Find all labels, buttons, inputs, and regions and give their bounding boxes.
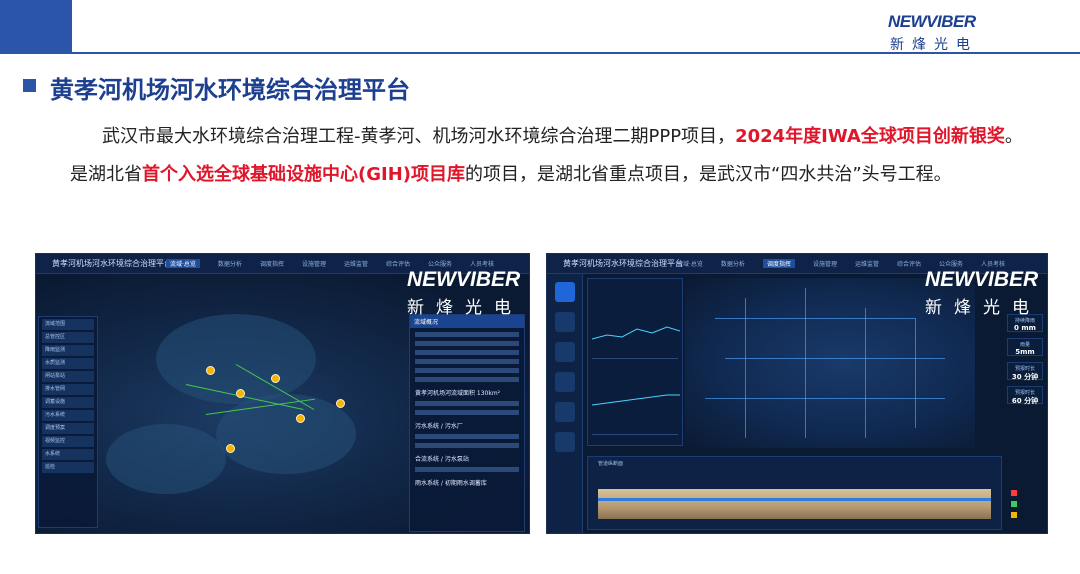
logo-chinese: 新烽光电 [890,37,978,53]
tab-facility[interactable]: 设施管理 [813,259,837,268]
forecast-stats: 持续降雨 0 mm 雨量 5mm 预报时长 30 分钟 预报时长 60 分钟 [977,314,1043,454]
facility-marker-icon[interactable] [336,399,345,408]
tab-staff[interactable]: 人员考核 [981,259,1005,268]
info-heading: 合流系统 / 污水泵站 [415,456,469,463]
status-legend [1011,485,1041,523]
page-title: 黄孝河机场河水环境综合治理平台 [50,76,410,104]
facility-marker-icon[interactable] [236,389,245,398]
layer-item[interactable]: 水质监测 [42,358,94,369]
facility-marker-icon[interactable] [206,366,215,375]
layer-item[interactable]: 闸站泵站 [42,371,94,382]
layer-item[interactable]: 排水管网 [42,384,94,395]
trend-charts-panel [587,278,683,446]
watermark-chinese: 新烽光电 [925,298,1041,318]
para-text-3: 的项目，是湖北省重点项目，是武汉市“四水共治”头号工程。 [465,164,952,185]
tab-public[interactable]: 公众服务 [428,259,452,268]
info-panel: 流域概况 黄孝河机场河流域面积 130km² 污水系统 / 污水厂 合流系统 /… [409,314,525,532]
layer-item[interactable]: 总管控区 [42,332,94,343]
layer-item[interactable]: 调度预案 [42,423,94,434]
para-highlight-award: 2024年度IWA全球项目创新银奖 [735,126,1005,147]
facility-marker-icon[interactable] [226,444,235,453]
watermark-wordmark: NEWVIBER [407,268,521,291]
tab-analysis[interactable]: 数据分析 [218,259,242,268]
legend-swatch [1011,501,1017,507]
app-title: 黄孝河机场河水环境综合治理平台 [52,259,172,268]
nav-icon-chart[interactable] [554,402,575,422]
nav-icon-report[interactable] [554,372,575,392]
watermark-logo: NEWVIBER 新烽光电 [407,268,521,318]
stat-card: 预报时长 60 分钟 [1007,386,1043,405]
watermark-wordmark: NEWVIBER [925,268,1039,291]
info-heading: 污水系统 / 污水厂 [415,423,463,430]
tab-dispatch[interactable]: 调度指挥 [762,259,795,268]
nav-tabs: 流域·总览 数据分析 调度指挥 设施管理 运维监管 综合评估 公众服务 人员考核 [677,259,1005,268]
stat-card: 预报时长 30 分钟 [1007,362,1043,381]
soil-layer [598,489,991,519]
info-heading: 黄孝河机场河流域面积 130km² [415,390,501,397]
top-accent-bar [0,0,72,52]
side-nav [547,274,583,533]
watermark-logo: NEWVIBER 新烽光电 [925,268,1039,318]
layer-item[interactable]: 调蓄设施 [42,397,94,408]
layer-item[interactable]: 流域范围 [42,319,94,330]
company-logo: NEWVIBER 新烽光电 [888,12,978,56]
trend-chart [591,375,680,435]
layer-panel: 流域范围 总管控区 降雨监测 水质监测 闸站泵站 排水管网 调蓄设施 污水系统 … [38,316,98,528]
title-bullet-icon [23,79,36,92]
tab-facility[interactable]: 设施管理 [302,259,326,268]
tab-eval[interactable]: 综合评估 [897,259,921,268]
para-text-1: 武汉市最大水环境综合治理工程-黄孝河、机场河水环境综合治理二期PPP项目， [102,126,736,147]
description-paragraph: 武汉市最大水环境综合治理工程-黄孝河、机场河水环境综合治理二期PPP项目，202… [70,118,1030,194]
stat-card: 雨量 5mm [1007,338,1043,356]
para-highlight-gih: 首个入选全球基础设施中心(GIH)项目库 [142,164,465,185]
app-title: 黄孝河机场河水环境综合治理平台 [563,259,683,268]
layer-item[interactable]: 视频监控 [42,436,94,447]
logo-wordmark: NEWVIBER [888,12,976,31]
facility-marker-icon[interactable] [271,374,280,383]
pipe-profile-panel: 管道纵断面 [587,456,1002,530]
info-heading: 雨水系统 / 初期雨水调蓄库 [415,480,487,487]
tab-dispatch[interactable]: 调度指挥 [260,259,284,268]
tab-overview[interactable]: 流域·总览 [677,259,703,268]
tab-eval[interactable]: 综合评估 [386,259,410,268]
screenshot-dispatch-monitor: 黄孝河机场河水环境综合治理平台 流域·总览 数据分析 调度指挥 设施管理 运维监… [546,253,1048,534]
tab-ops[interactable]: 运维监管 [344,259,368,268]
nav-icon-warning[interactable] [554,312,575,332]
pipe-line [598,498,991,501]
tab-overview[interactable]: 流域·总览 [166,259,200,268]
trend-line [591,394,680,406]
facility-marker-icon[interactable] [296,414,305,423]
legend-swatch [1011,490,1017,496]
layer-item[interactable]: 污水系统 [42,410,94,421]
layer-item[interactable]: 水系统 [42,449,94,460]
legend-swatch [1011,512,1017,518]
tab-analysis[interactable]: 数据分析 [721,259,745,268]
tab-staff[interactable]: 人员考核 [470,259,494,268]
nav-tabs: 流域·总览 数据分析 调度指挥 设施管理 运维监管 综合评估 公众服务 人员考核 [166,259,494,268]
tab-ops[interactable]: 运维监管 [855,259,879,268]
watermark-chinese: 新烽光电 [407,298,523,318]
tab-public[interactable]: 公众服务 [939,259,963,268]
slide: NEWVIBER 新烽光电 黄孝河机场河水环境综合治理平台 武汉市最大水环境综合… [0,0,1080,574]
trend-chart [591,299,681,359]
screenshot-platform-overview: 黄孝河机场河水环境综合治理平台 流域·总览 数据分析 调度指挥 设施管理 运维监… [35,253,530,534]
tab-profile[interactable]: 管道纵断面 [598,460,623,467]
nav-icon-monitor[interactable] [554,282,575,302]
nav-icon-settings[interactable] [554,432,575,452]
layer-item[interactable]: 巡检 [42,462,94,473]
nav-icon-plan[interactable] [554,342,575,362]
trend-line [591,326,681,340]
layer-item[interactable]: 降雨监测 [42,345,94,356]
